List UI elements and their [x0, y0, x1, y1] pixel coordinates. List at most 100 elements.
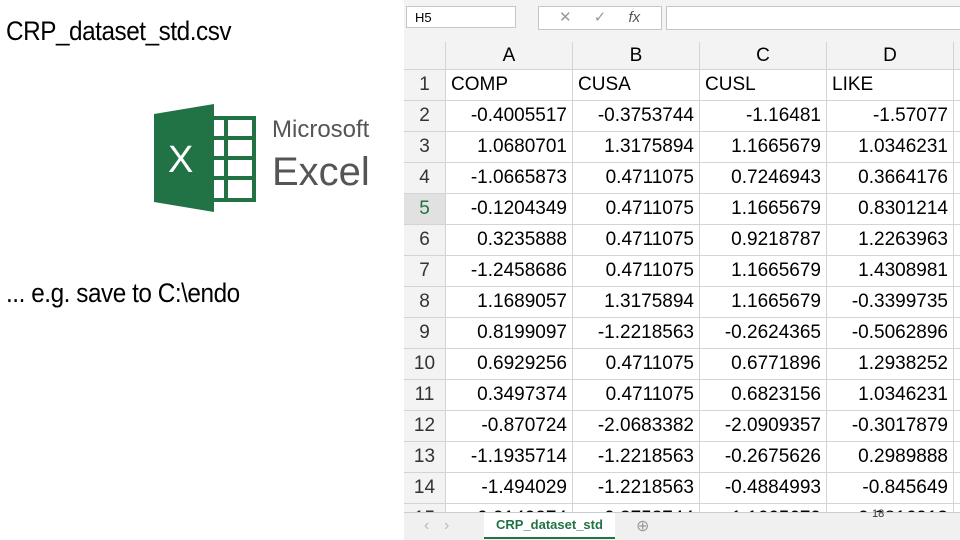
row-header[interactable]: 9 — [404, 318, 446, 348]
cell[interactable]: 1.1665679 — [700, 256, 827, 286]
cell[interactable] — [954, 380, 960, 410]
cell[interactable]: 1.1665679 — [700, 132, 827, 162]
cell[interactable]: 0.4711075 — [573, 380, 700, 410]
cell[interactable]: 0.4711075 — [573, 349, 700, 379]
row-header[interactable]: 6 — [404, 225, 446, 255]
cell[interactable] — [954, 163, 960, 193]
scroll-left-icon[interactable]: ‹ — [424, 517, 429, 535]
cell[interactable]: 0.7246943 — [700, 163, 827, 193]
column-header[interactable] — [954, 42, 960, 69]
cell[interactable]: 0.4711075 — [573, 225, 700, 255]
row-header[interactable]: 14 — [404, 473, 446, 503]
cell[interactable]: -1.0665873 — [446, 163, 573, 193]
cell[interactable]: 0.3235888 — [446, 225, 573, 255]
cell[interactable]: -0.5062896 — [827, 318, 954, 348]
row-header[interactable]: 7 — [404, 256, 446, 286]
cell[interactable]: 1.2938252 — [827, 349, 954, 379]
cell[interactable]: -0.3753744 — [573, 101, 700, 131]
page-number: 18 — [872, 508, 885, 520]
cell[interactable] — [954, 194, 960, 224]
cell[interactable]: 1.0346231 — [827, 132, 954, 162]
cell[interactable] — [954, 132, 960, 162]
cell[interactable]: 0.6929256 — [446, 349, 573, 379]
cancel-icon[interactable]: ✕ — [559, 9, 572, 26]
cell[interactable]: -1.2458686 — [446, 256, 573, 286]
cell[interactable]: 0.4711075 — [573, 256, 700, 286]
cell[interactable]: -0.870724 — [446, 411, 573, 441]
cell[interactable]: -0.3399735 — [827, 287, 954, 317]
cell[interactable]: -0.2675626 — [700, 442, 827, 472]
check-icon[interactable]: ✓ — [594, 9, 607, 26]
cell[interactable] — [954, 442, 960, 472]
column-header[interactable]: A — [446, 42, 573, 69]
column-header[interactable]: D — [827, 42, 954, 69]
cell[interactable] — [954, 287, 960, 317]
cell[interactable]: LIKE — [827, 70, 954, 100]
cell[interactable]: -2.0683382 — [573, 411, 700, 441]
cell[interactable] — [954, 101, 960, 131]
cell[interactable]: -2.0909357 — [700, 411, 827, 441]
cell[interactable]: 1.1665679 — [700, 194, 827, 224]
row-header[interactable]: 3 — [404, 132, 446, 162]
cell[interactable]: 0.8301214 — [827, 194, 954, 224]
row-header[interactable]: 10 — [404, 349, 446, 379]
cell[interactable]: 0.4711075 — [573, 194, 700, 224]
cell[interactable] — [954, 225, 960, 255]
row-header[interactable]: 1 — [404, 70, 446, 100]
cell[interactable]: 0.3497374 — [446, 380, 573, 410]
cell[interactable]: 1.2263963 — [827, 225, 954, 255]
cell[interactable]: CUSL — [700, 70, 827, 100]
column-header[interactable]: B — [573, 42, 700, 69]
cell[interactable]: -1.494029 — [446, 473, 573, 503]
cell[interactable]: 1.0680701 — [446, 132, 573, 162]
cell[interactable]: -0.4005517 — [446, 101, 573, 131]
cell[interactable]: 0.9218787 — [700, 225, 827, 255]
row-header[interactable]: 5 — [404, 194, 446, 224]
cell[interactable]: 1.4308981 — [827, 256, 954, 286]
cell[interactable] — [954, 256, 960, 286]
row-header[interactable]: 13 — [404, 442, 446, 472]
sheet-tab[interactable]: CRP_dataset_std — [484, 513, 615, 539]
cell[interactable]: 1.1689057 — [446, 287, 573, 317]
row-header[interactable]: 4 — [404, 163, 446, 193]
cell[interactable]: -1.57077 — [827, 101, 954, 131]
cell[interactable]: -1.2218563 — [573, 318, 700, 348]
name-box[interactable]: H5 — [406, 6, 516, 28]
cell[interactable]: -1.2218563 — [573, 473, 700, 503]
cell[interactable]: 1.1665679 — [700, 287, 827, 317]
fx-icon[interactable]: fx — [629, 9, 641, 26]
scroll-right-icon[interactable]: › — [444, 517, 449, 535]
cell[interactable]: 0.2989888 — [827, 442, 954, 472]
cell[interactable] — [954, 473, 960, 503]
cell[interactable] — [954, 411, 960, 441]
cell[interactable]: -1.1935714 — [446, 442, 573, 472]
cell[interactable]: 1.3175894 — [573, 287, 700, 317]
cell[interactable]: 1.0346231 — [827, 380, 954, 410]
cell[interactable]: 0.3664176 — [827, 163, 954, 193]
cell[interactable]: 0.6771896 — [700, 349, 827, 379]
row-header[interactable]: 2 — [404, 101, 446, 131]
add-sheet-icon[interactable]: ⊕ — [636, 516, 649, 536]
cell[interactable]: -1.16481 — [700, 101, 827, 131]
cell[interactable]: 0.8199097 — [446, 318, 573, 348]
column-header[interactable]: C — [700, 42, 827, 69]
row-header[interactable]: 11 — [404, 380, 446, 410]
cell[interactable] — [954, 70, 960, 100]
cell[interactable]: -0.845649 — [827, 473, 954, 503]
row-header[interactable]: 8 — [404, 287, 446, 317]
cell[interactable]: 0.6823156 — [700, 380, 827, 410]
cell[interactable]: CUSA — [573, 70, 700, 100]
cell[interactable]: -1.2218563 — [573, 442, 700, 472]
cell[interactable]: 0.4711075 — [573, 163, 700, 193]
cell[interactable]: 1.3175894 — [573, 132, 700, 162]
cell[interactable]: -0.1204349 — [446, 194, 573, 224]
cell[interactable] — [954, 349, 960, 379]
cell[interactable]: -0.2624365 — [700, 318, 827, 348]
cell[interactable]: -0.4884993 — [700, 473, 827, 503]
formula-bar[interactable] — [666, 6, 960, 30]
cell[interactable]: COMP — [446, 70, 573, 100]
row-header[interactable]: 12 — [404, 411, 446, 441]
cell[interactable] — [954, 318, 960, 348]
select-all[interactable] — [404, 42, 446, 69]
cell[interactable]: -0.3017879 — [827, 411, 954, 441]
